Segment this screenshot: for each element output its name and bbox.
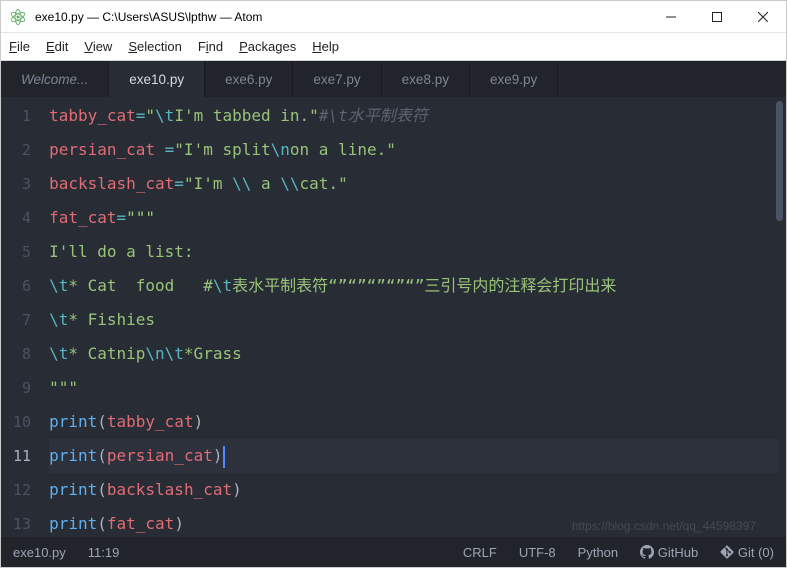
line-number: 11: [13, 439, 31, 473]
code-line[interactable]: persian_cat ="I'm split\non a line.": [49, 133, 778, 167]
tab-exe9[interactable]: exe9.py: [470, 61, 558, 97]
menu-view[interactable]: View: [84, 39, 112, 54]
status-file[interactable]: exe10.py: [13, 545, 66, 560]
menu-help[interactable]: Help: [312, 39, 339, 54]
menu-packages[interactable]: Packages: [239, 39, 296, 54]
titlebar: exe10.py — C:\Users\ASUS\lpthw — Atom: [1, 1, 786, 33]
tab-exe7[interactable]: exe7.py: [293, 61, 381, 97]
line-number: 10: [13, 405, 31, 439]
code-line[interactable]: backslash_cat="I'm \\ a \\cat.": [49, 167, 778, 201]
menu-file[interactable]: File: [9, 39, 30, 54]
line-number: 6: [13, 269, 31, 303]
menu-edit[interactable]: Edit: [46, 39, 68, 54]
vertical-scrollbar[interactable]: [776, 101, 783, 221]
code-area[interactable]: tabby_cat="\tI'm tabbed in."#\t水平制表符pers…: [49, 97, 786, 537]
code-line[interactable]: print(fat_cat): [49, 507, 778, 537]
menu-find[interactable]: Find: [198, 39, 223, 54]
code-line[interactable]: print(tabby_cat): [49, 405, 778, 439]
code-line[interactable]: I'll do a list:: [49, 235, 778, 269]
line-number: 9: [13, 371, 31, 405]
code-line[interactable]: \t* Cat food #\t表水平制表符“”“”“”“”“”三引号内的注释会…: [49, 269, 778, 303]
line-number: 4: [13, 201, 31, 235]
line-number: 1: [13, 99, 31, 133]
status-eol[interactable]: CRLF: [463, 545, 497, 560]
statusbar: exe10.py 11:19 CRLF UTF-8 Python GitHub …: [1, 537, 786, 567]
code-line[interactable]: """: [49, 371, 778, 405]
line-number: 13: [13, 507, 31, 541]
code-line[interactable]: \t* Catnip\n\t*Grass: [49, 337, 778, 371]
status-encoding[interactable]: UTF-8: [519, 545, 556, 560]
window-title: exe10.py — C:\Users\ASUS\lpthw — Atom: [35, 10, 648, 24]
line-number: 8: [13, 337, 31, 371]
text-cursor: [223, 446, 225, 468]
code-line[interactable]: tabby_cat="\tI'm tabbed in."#\t水平制表符: [49, 99, 778, 133]
code-line[interactable]: print(persian_cat): [49, 439, 778, 473]
status-git[interactable]: Git (0): [720, 545, 774, 560]
line-gutter: 12345678910111213: [1, 97, 49, 537]
maximize-button[interactable]: [694, 1, 740, 32]
line-number: 7: [13, 303, 31, 337]
code-line[interactable]: fat_cat=""": [49, 201, 778, 235]
menubar: File Edit View Selection Find Packages H…: [1, 33, 786, 61]
line-number: 2: [13, 133, 31, 167]
line-number: 5: [13, 235, 31, 269]
status-language[interactable]: Python: [578, 545, 618, 560]
line-number: 12: [13, 473, 31, 507]
code-line[interactable]: \t* Fishies: [49, 303, 778, 337]
tab-exe10[interactable]: exe10.py: [109, 61, 205, 97]
tab-exe8[interactable]: exe8.py: [382, 61, 470, 97]
tab-exe6[interactable]: exe6.py: [205, 61, 293, 97]
code-line[interactable]: print(backslash_cat): [49, 473, 778, 507]
tabbar: Welcome... exe10.py exe6.py exe7.py exe8…: [1, 61, 786, 97]
close-button[interactable]: [740, 1, 786, 32]
tab-welcome[interactable]: Welcome...: [1, 61, 109, 97]
atom-app-icon: [9, 8, 27, 26]
status-github[interactable]: GitHub: [640, 545, 698, 560]
minimize-button[interactable]: [648, 1, 694, 32]
menu-selection[interactable]: Selection: [128, 39, 181, 54]
code-editor[interactable]: 12345678910111213 tabby_cat="\tI'm tabbe…: [1, 97, 786, 537]
window-controls: [648, 1, 786, 32]
line-number: 3: [13, 167, 31, 201]
status-cursor-pos[interactable]: 11:19: [88, 545, 120, 560]
